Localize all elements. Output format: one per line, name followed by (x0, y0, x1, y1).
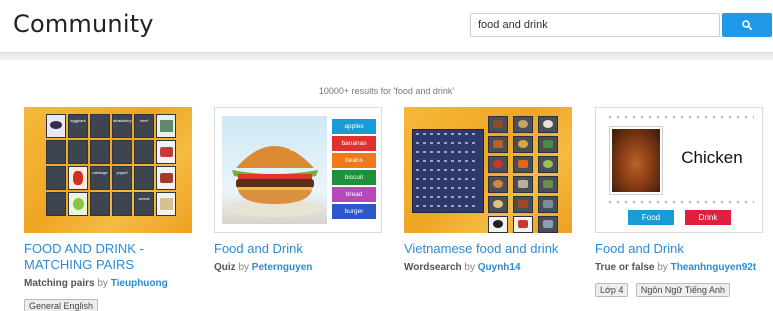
thumb-word: beef (140, 118, 148, 123)
answer-box: bread (332, 187, 376, 202)
tag-list: Lớp 4 Ngôn Ngữ Tiếng Anh (595, 280, 763, 298)
search-icon (742, 20, 752, 30)
activity-thumbnail[interactable]: eggplant strawberry beef cabbage yogurt … (24, 107, 192, 233)
search-button[interactable] (722, 13, 772, 37)
activity-card[interactable]: Chicken Food Drink Food and Drink True o… (595, 107, 763, 298)
tag[interactable]: Ngôn Ngữ Tiếng Anh (635, 283, 730, 297)
answer-list: apples bananas beans biscuit bread burge… (332, 119, 376, 221)
tag[interactable]: Lớp 4 (595, 283, 629, 297)
activity-thumbnail[interactable]: Chicken Food Drink (595, 107, 763, 233)
activity-thumbnail[interactable]: apples bananas beans biscuit bread burge… (214, 107, 382, 233)
chicken-image (610, 127, 662, 194)
activity-title[interactable]: Food and Drink (595, 241, 763, 257)
activity-meta: True or false by Theanhnguyen92t (595, 262, 763, 273)
by-label: by (97, 278, 108, 289)
activity-title[interactable]: FOOD AND DRINK - MATCHING PAIRS (24, 241, 192, 273)
wordsearch-grid (412, 129, 484, 213)
answer-box: beans (332, 153, 376, 168)
matching-pairs-grid: eggplant strawberry beef cabbage yogurt … (46, 114, 176, 216)
by-label: by (238, 262, 250, 273)
answer-box: apples (332, 119, 376, 134)
by-label: by (464, 262, 475, 273)
activity-card[interactable]: eggplant strawberry beef cabbage yogurt … (24, 107, 192, 311)
answer-box: burger (332, 204, 376, 219)
activity-type: Wordsearch (404, 262, 462, 273)
tag-list: General English (24, 296, 192, 311)
drink-option: Drink (685, 210, 731, 225)
activity-title[interactable]: Vietnamese food and drink (404, 241, 572, 257)
food-option: Food (628, 210, 674, 225)
header-divider (0, 52, 773, 60)
author-link[interactable]: Quynh14 (478, 262, 521, 273)
question-word: Chicken (681, 148, 743, 167)
thumb-word: cereal (138, 196, 150, 201)
answer-box: bananas (332, 136, 376, 151)
author-link[interactable]: Tieuphuong (111, 278, 168, 289)
results-count: 10000+ results for 'food and drink' (318, 86, 455, 96)
tag[interactable]: General English (24, 299, 99, 311)
wordsearch-pictures (488, 116, 558, 233)
thumb-word: eggplant (70, 118, 86, 123)
thumb-word: cabbage (92, 170, 108, 175)
author-link[interactable]: Theanhnguyen92t (671, 262, 757, 273)
activity-meta: Quiz by Peternguyen (214, 262, 382, 273)
search-input[interactable] (470, 13, 720, 37)
thumb-word: strawberry (113, 118, 132, 123)
by-label: by (657, 262, 668, 273)
page-title: Community (13, 10, 154, 38)
activity-type: True or false (595, 262, 655, 273)
activity-meta: Wordsearch by Quynh14 (404, 262, 572, 273)
activity-title[interactable]: Food and Drink (214, 241, 382, 257)
activity-meta: Matching pairs by Tieuphuong (24, 278, 192, 289)
activity-card[interactable]: apples bananas beans biscuit bread burge… (214, 107, 382, 273)
activity-card[interactable]: Vietnamese food and drink Wordsearch by … (404, 107, 572, 273)
activity-thumbnail[interactable] (404, 107, 572, 233)
author-link[interactable]: Peternguyen (252, 262, 313, 273)
activity-type: Quiz (214, 262, 236, 273)
activity-type: Matching pairs (24, 278, 95, 289)
burger-image (222, 116, 327, 224)
header: Community (0, 0, 773, 52)
answer-box: biscuit (332, 170, 376, 185)
thumb-word: yogurt (116, 170, 128, 175)
